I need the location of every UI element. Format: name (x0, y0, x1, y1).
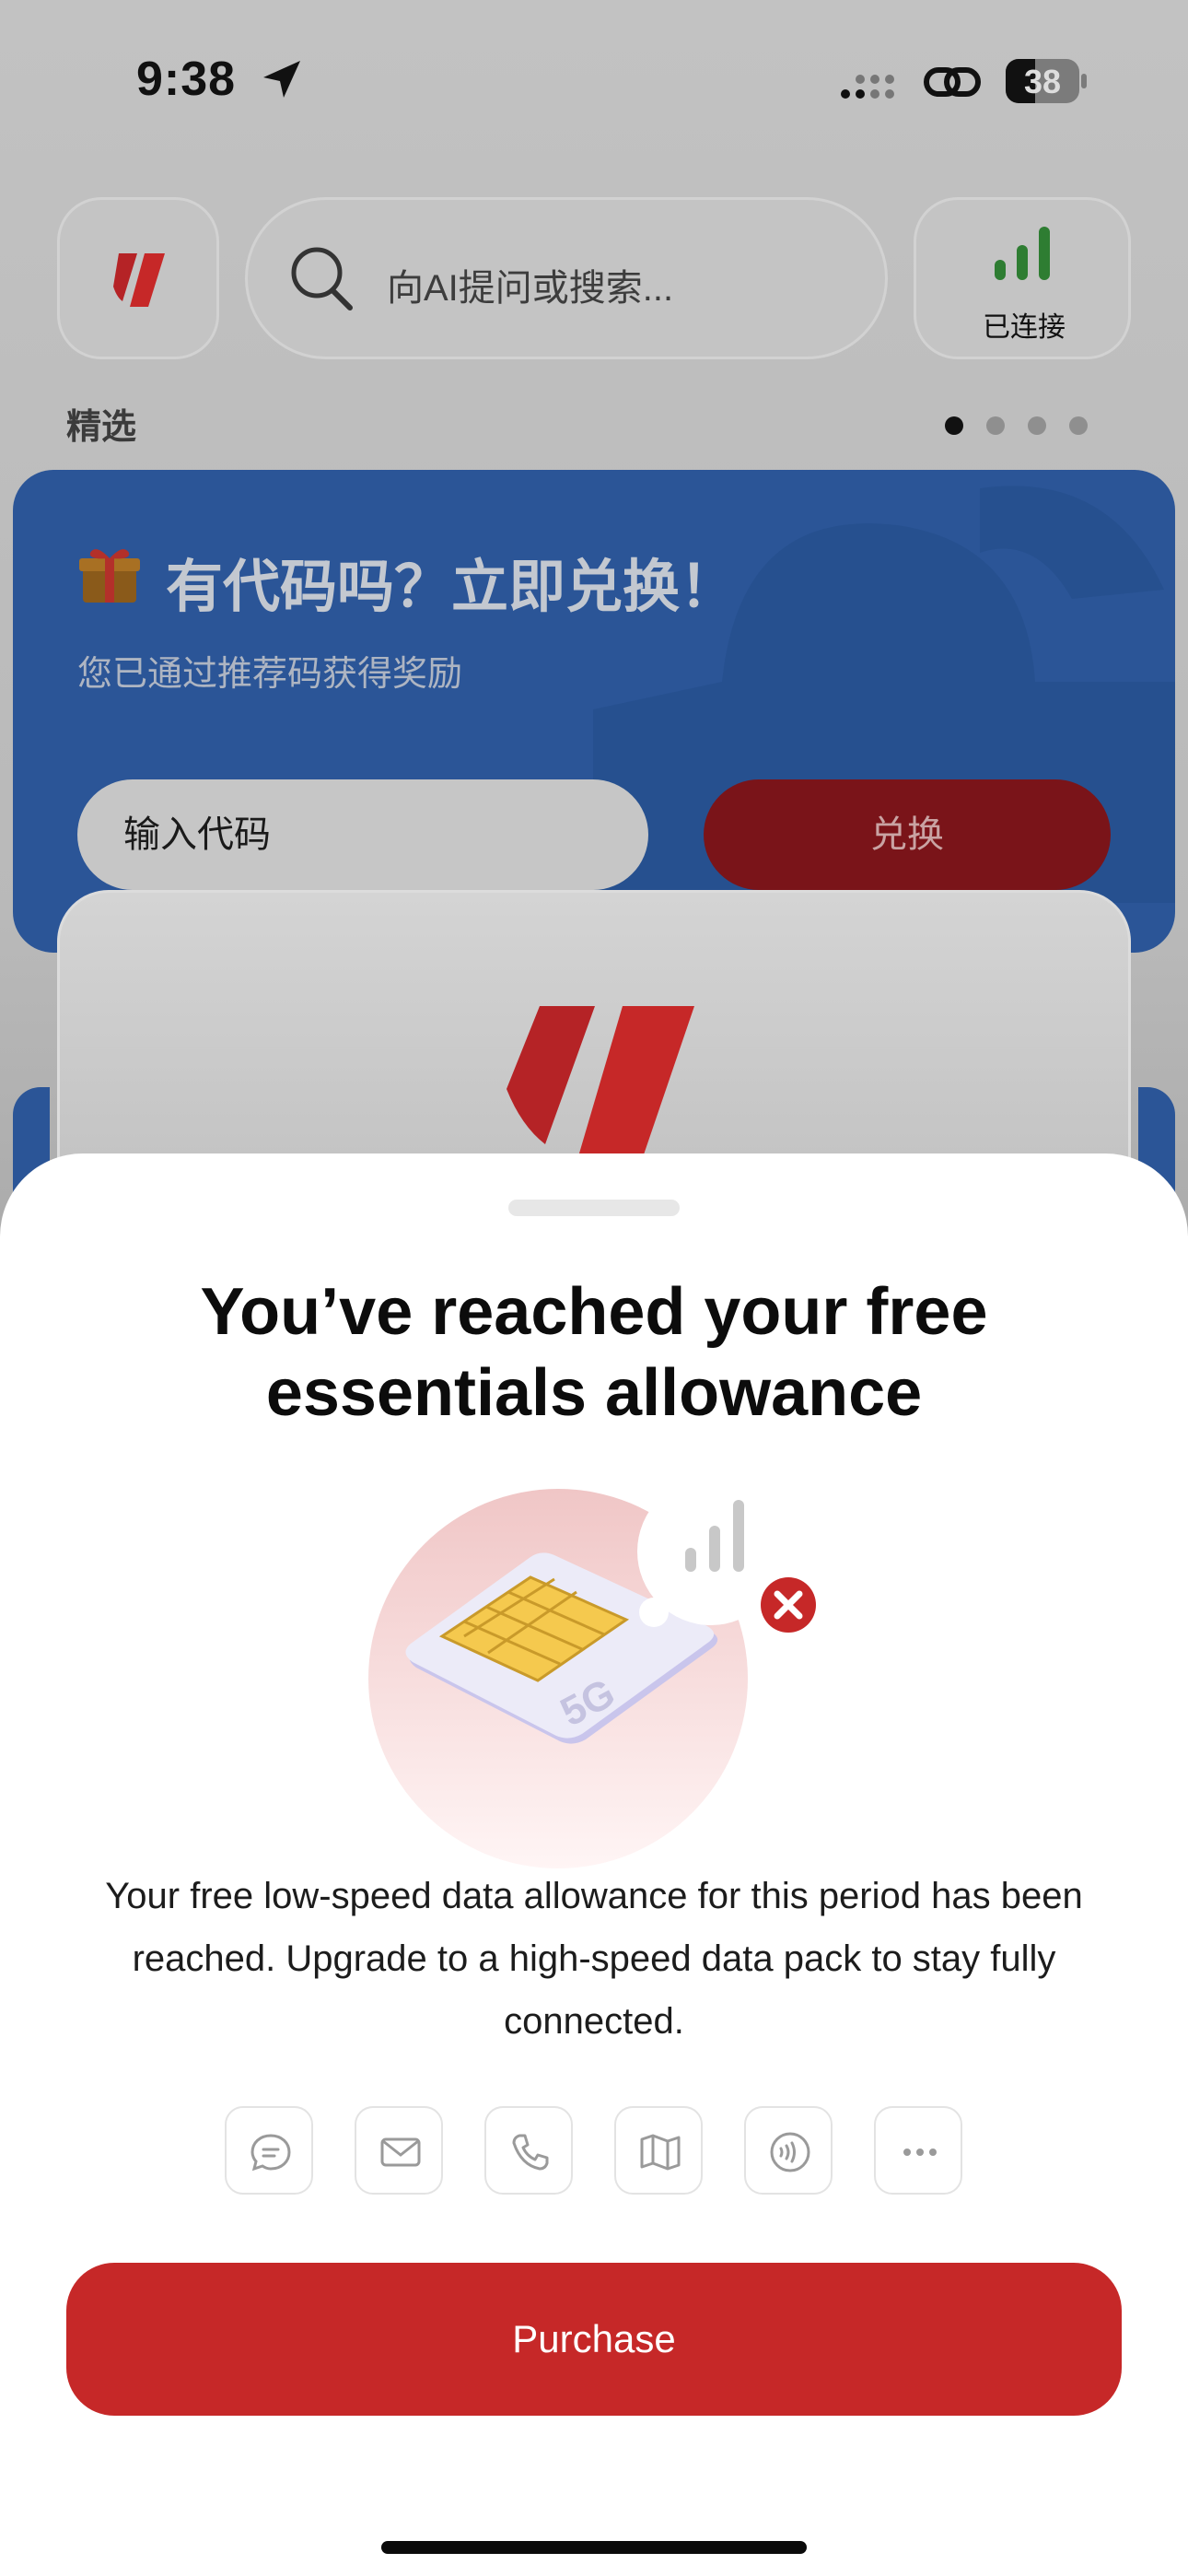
nfc-icon (770, 2132, 810, 2172)
feature-more (874, 2106, 962, 2195)
gift-icon (79, 549, 140, 603)
message-icon (250, 2134, 291, 2172)
sheet-drag-handle[interactable] (508, 1200, 680, 1216)
section-label: 精选 (66, 408, 137, 447)
brand-logo-icon (113, 253, 165, 307)
map-icon (640, 2134, 681, 2171)
signal-bars-icon (995, 227, 1050, 280)
sim-card-illustration: 5G (368, 1478, 816, 1868)
promo-title: 有代码吗？立即兑换！ (166, 556, 738, 619)
battery-indicator: 38 (1006, 59, 1089, 103)
search-placeholder: 向AI提问或搜索... (387, 268, 674, 309)
sheet-description: Your free low-speed data allowance for t… (105, 1876, 1083, 2042)
personal-hotspot-icon (924, 67, 981, 97)
promo-subtitle: 您已通过推荐码获得奖励 (77, 655, 463, 694)
search-icon (291, 247, 353, 310)
feature-mail (355, 2106, 443, 2195)
feature-map (614, 2106, 703, 2195)
brand-logo-large-icon (507, 1006, 694, 1163)
status-time: 9:38 (136, 53, 237, 106)
purchase-button[interactable]: Purchase (66, 2263, 1122, 2416)
cellular-signal-icon (841, 75, 894, 99)
more-icon (903, 2149, 937, 2156)
feature-nfc (744, 2106, 833, 2195)
feature-messages (225, 2106, 313, 2195)
redeem-code-input[interactable]: 输入代码 (77, 779, 648, 890)
carousel-pager[interactable] (943, 415, 1090, 437)
phone-icon (512, 2134, 549, 2171)
mail-icon (380, 2137, 421, 2167)
feature-phone (484, 2106, 573, 2195)
battery-percent: 38 (1023, 63, 1062, 100)
connection-status-label: 已连接 (983, 312, 1066, 343)
app-logo-button[interactable] (57, 197, 219, 359)
sheet-title: You’ve reached your free essentials allo… (200, 1275, 988, 1430)
location-arrow-icon (263, 61, 300, 98)
redeem-button[interactable]: 兑换 (704, 779, 1111, 890)
home-indicator[interactable] (381, 2541, 807, 2554)
